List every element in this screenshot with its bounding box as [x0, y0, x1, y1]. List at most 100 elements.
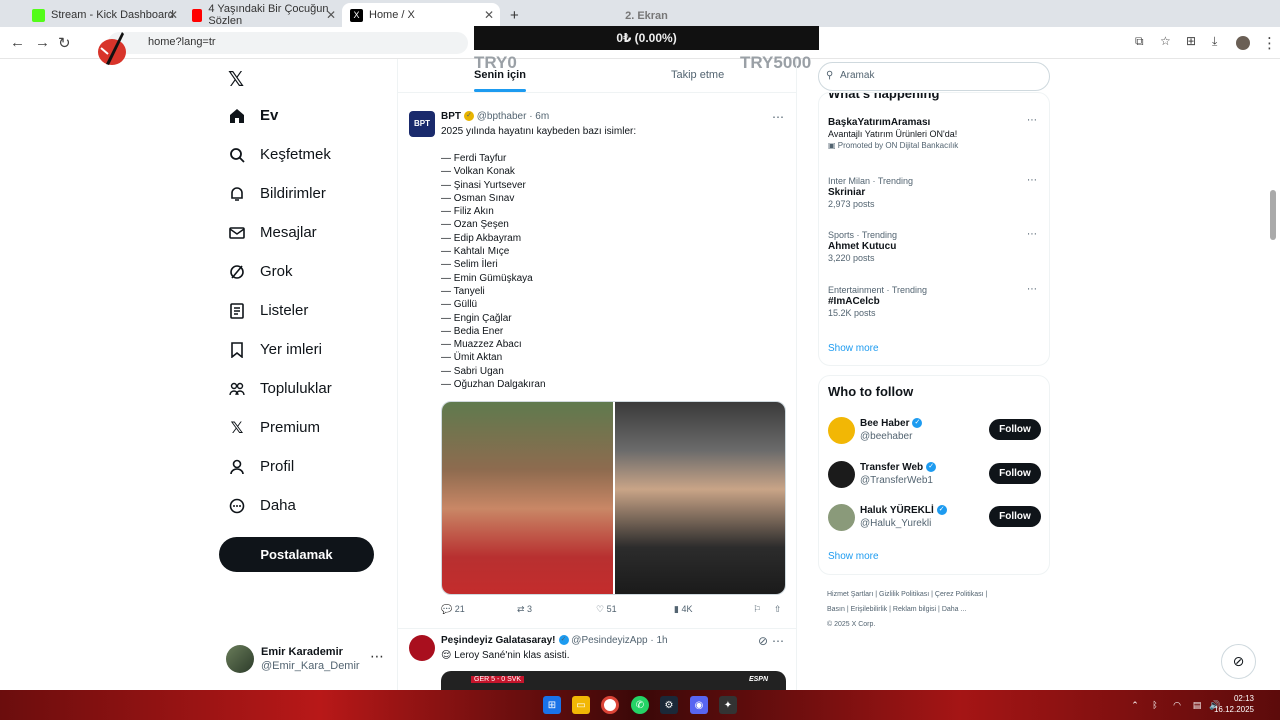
tweet-media[interactable]: GER 5 - 0 SVK ESPN — [441, 671, 786, 690]
network-icon[interactable]: ▤ — [1188, 696, 1206, 714]
footer-link[interactable]: Daha ... — [942, 606, 967, 613]
show-more-link[interactable]: Show more — [828, 551, 879, 562]
trend-meta: Entertainment · Trending — [828, 285, 928, 295]
avatar[interactable]: BPT — [409, 111, 435, 137]
forward-icon[interactable]: → — [35, 34, 50, 51]
tweet-time[interactable]: · 6m — [529, 111, 549, 122]
show-more-link[interactable]: Show more — [828, 343, 879, 354]
grok-icon[interactable]: ⊘ — [758, 634, 768, 648]
footer-link[interactable]: Reklam bilgisi — [893, 606, 936, 613]
like-button[interactable]: ♡ 51 — [596, 604, 617, 615]
footer-link[interactable]: Çerez Politikası — [935, 591, 984, 598]
app-icon[interactable]: ✦ — [719, 696, 737, 714]
tweet-time[interactable]: · 1h — [650, 635, 667, 646]
follow-button[interactable]: Follow — [989, 506, 1041, 527]
share-icon[interactable]: ⇧ — [774, 604, 782, 615]
follow-suggestion[interactable]: Haluk YÜREKLİ ✓ @Haluk_Yurekli Follow — [828, 504, 1042, 534]
author-name[interactable]: Peşindeyiz Galatasaray! — [441, 635, 556, 646]
avatar[interactable] — [828, 504, 855, 531]
trend-item[interactable]: Inter Milan · Trending Skriniar 2,973 po… — [828, 176, 913, 209]
menu-icon[interactable]: ⋮ — [1262, 34, 1277, 52]
more-icon[interactable]: ⋯ — [1027, 229, 1037, 240]
nav-item-grok[interactable]: Grok — [220, 252, 390, 291]
close-icon[interactable]: ✕ — [168, 8, 178, 22]
taskbar-clock[interactable]: 02:13 16.12.2025 — [1214, 693, 1254, 715]
extensions-icon[interactable]: ⊞ — [1186, 34, 1196, 48]
account-switcher[interactable]: Emir Karademir @Emir_Kara_Demir ⋯ — [226, 644, 386, 676]
star-icon[interactable]: ☆ — [1160, 34, 1171, 48]
clock-time: 02:13 — [1233, 694, 1254, 703]
more-icon[interactable]: ⋯ — [772, 110, 784, 124]
bluetooth-icon[interactable]: ᛒ — [1146, 696, 1164, 714]
list-item: — Kahtalı Mıçe — [441, 246, 510, 258]
list-item: — Ümit Aktan — [441, 352, 503, 364]
steam-icon[interactable]: ⚙ — [660, 696, 678, 714]
nav-item-explore[interactable]: Keşfetmek — [220, 135, 390, 174]
search-input[interactable]: ⚲ Aramak — [818, 62, 1050, 91]
footer-link[interactable]: Erişilebilirlik — [851, 606, 888, 613]
chevron-up-icon[interactable]: ⌃ — [1126, 696, 1144, 714]
x-logo-icon[interactable]: 𝕏 — [228, 67, 244, 92]
scrollbar[interactable] — [1270, 190, 1276, 240]
nav-item-notifications[interactable]: Bildirimler — [220, 174, 390, 213]
reload-icon[interactable]: ↻ — [58, 34, 71, 52]
more-icon[interactable]: ⋯ — [1027, 284, 1037, 295]
close-icon[interactable]: ✕ — [326, 8, 336, 22]
back-icon[interactable]: ← — [10, 34, 25, 51]
footer-link[interactable]: Gizlilik Politikası — [879, 591, 929, 598]
nav-item-lists[interactable]: Listeler — [220, 291, 390, 330]
avatar[interactable] — [409, 635, 435, 661]
footer-link[interactable]: Basın — [827, 606, 845, 613]
views-button[interactable]: ▮ 4K — [674, 604, 692, 615]
avatar[interactable] — [828, 461, 855, 488]
more-icon[interactable]: ⋯ — [772, 634, 784, 648]
media-photo[interactable] — [615, 402, 785, 594]
nav-item-messages[interactable]: Mesajlar — [220, 213, 390, 252]
nav-label: Daha — [260, 497, 296, 514]
nav-item-bookmarks[interactable]: Yer imleri — [220, 330, 390, 369]
tab-kick[interactable]: Stream - Kick Dashboard ✕ — [24, 3, 184, 27]
nav-item-profile[interactable]: Profil — [220, 447, 390, 486]
chrome-icon[interactable] — [601, 696, 619, 714]
tweet[interactable]: Peşindeyiz Galatasaray! ✓ @PesindeyizApp … — [398, 630, 796, 690]
more-icon[interactable]: ⋯ — [370, 648, 384, 665]
trend-item[interactable]: Sports · Trending Ahmet Kutucu 3,220 pos… — [828, 230, 897, 263]
post-button[interactable]: Postalamak — [219, 537, 374, 572]
url-input[interactable]: home?lang=tr — [108, 32, 468, 54]
more-icon[interactable]: ⋯ — [1027, 175, 1037, 186]
footer-link[interactable]: Hizmet Şartları — [827, 591, 873, 598]
tweet-media[interactable] — [441, 401, 786, 595]
follow-suggestion[interactable]: Bee Haber ✓ @beehaber Follow — [828, 417, 1042, 447]
follow-button[interactable]: Follow — [989, 463, 1041, 484]
nav-item-communities[interactable]: Topluluklar — [220, 369, 390, 408]
follow-button[interactable]: Follow — [989, 419, 1041, 440]
wifi-icon[interactable]: ◠ — [1168, 696, 1186, 714]
tab-youtube[interactable]: 4 Yaşındaki Bir Çocuğun Sözlen ✕ — [184, 3, 342, 27]
author-handle[interactable]: @bpthaber — [477, 111, 527, 122]
whatsapp-icon[interactable]: ✆ — [631, 696, 649, 714]
follow-suggestion[interactable]: Transfer Web ✓ @TransferWeb1 Follow — [828, 461, 1042, 491]
profile-avatar-icon[interactable] — [1236, 36, 1250, 50]
grok-fab-button[interactable]: ⊘ — [1221, 644, 1256, 679]
nav-item-premium[interactable]: 𝕏 Premium — [220, 408, 390, 447]
reply-button[interactable]: 💬 21 — [441, 604, 465, 615]
avatar[interactable] — [828, 417, 855, 444]
translate-icon[interactable]: ⧉ — [1135, 34, 1144, 49]
windows-start-icon[interactable]: ⊞ — [543, 696, 561, 714]
author-handle[interactable]: @PesindeyizApp — [571, 635, 647, 646]
nav-item-more[interactable]: Daha — [220, 486, 390, 525]
discord-icon[interactable]: ◉ — [690, 696, 708, 714]
tab-following[interactable]: Takip etme — [671, 69, 724, 81]
trend-item[interactable]: Entertainment · Trending #ImACelcb 15.2K… — [828, 285, 927, 318]
media-photo[interactable] — [442, 402, 613, 594]
trend-item[interactable]: BaşkaYatırımAraması Avantajlı Yatırım Ür… — [828, 116, 958, 150]
bookmark-icon[interactable]: ⚐ — [753, 604, 761, 615]
tweet[interactable]: BPT BPT ✓ @bpthaber · 6m ⋯ 2025 yılında h… — [398, 94, 796, 629]
author-name[interactable]: BPT — [441, 111, 461, 122]
repost-button[interactable]: ⇄ 3 — [517, 604, 532, 615]
more-icon[interactable]: ⋯ — [1027, 115, 1037, 126]
download-icon[interactable]: ⤓ — [1212, 34, 1217, 49]
file-explorer-icon[interactable]: ▭ — [572, 696, 590, 714]
tab-for-you[interactable]: Senin için — [474, 69, 526, 92]
nav-item-home[interactable]: Ev — [220, 96, 390, 135]
